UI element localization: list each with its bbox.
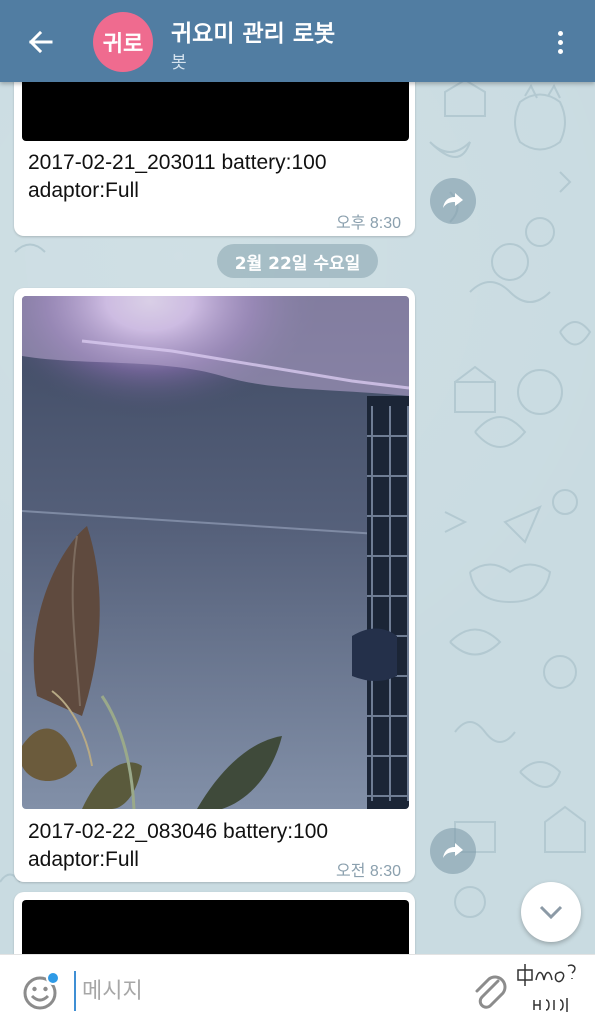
scroll-down-button[interactable]: [521, 882, 581, 942]
chat-title[interactable]: 귀요미 관리 로봇: [171, 14, 335, 48]
message-time: 오전 8:30: [336, 863, 402, 880]
message-caption: 2017-02-21_203011 battery:100 adaptor:Fu…: [28, 149, 398, 205]
share-button[interactable]: [430, 178, 476, 224]
message-photo[interactable]: [22, 296, 409, 809]
message-photo[interactable]: [22, 82, 409, 141]
avatar-initials: 귀로: [102, 32, 144, 57]
watermark-signature: [517, 964, 576, 1012]
caption-line: 2017-02-22_083046 battery:100: [28, 820, 329, 843]
message-input[interactable]: [74, 971, 454, 1011]
watermark: [512, 956, 595, 1022]
paperclip-icon: [475, 975, 507, 1009]
caption-line: adaptor:Full: [28, 179, 139, 202]
notification-dot: [46, 971, 60, 985]
message-input-bar: [0, 954, 595, 1024]
message-photo[interactable]: [22, 900, 409, 954]
more-vertical-icon: [557, 30, 563, 36]
more-menu-button[interactable]: [546, 22, 574, 62]
share-button[interactable]: [430, 828, 476, 874]
chat-history[interactable]: 2017-02-21_203011 battery:100 adaptor:Fu…: [0, 82, 595, 954]
message-bubble[interactable]: 2017-02-21_203011 battery:100 adaptor:Fu…: [14, 82, 415, 236]
date-separator: 2월 22일 수요일: [217, 244, 378, 278]
photo-content: [22, 296, 409, 809]
chevron-down-icon: [539, 905, 563, 919]
chat-header: 귀로 귀요미 관리 로봇 봇: [0, 0, 595, 82]
arrow-left-icon: [28, 30, 53, 54]
share-arrow-icon: [443, 843, 463, 858]
message-time: 오후 8:30: [336, 215, 402, 232]
message-bubble[interactable]: [14, 892, 415, 954]
avatar[interactable]: 귀로: [93, 12, 153, 72]
attach-button[interactable]: [470, 969, 510, 1013]
chat-subtitle: 봇: [171, 53, 187, 73]
share-arrow-icon: [443, 193, 463, 208]
message-bubble[interactable]: 2017-02-22_083046 battery:100 adaptor:Fu…: [14, 288, 415, 882]
back-button[interactable]: [18, 22, 62, 62]
caption-line: 2017-02-21_203011 battery:100: [28, 151, 327, 174]
